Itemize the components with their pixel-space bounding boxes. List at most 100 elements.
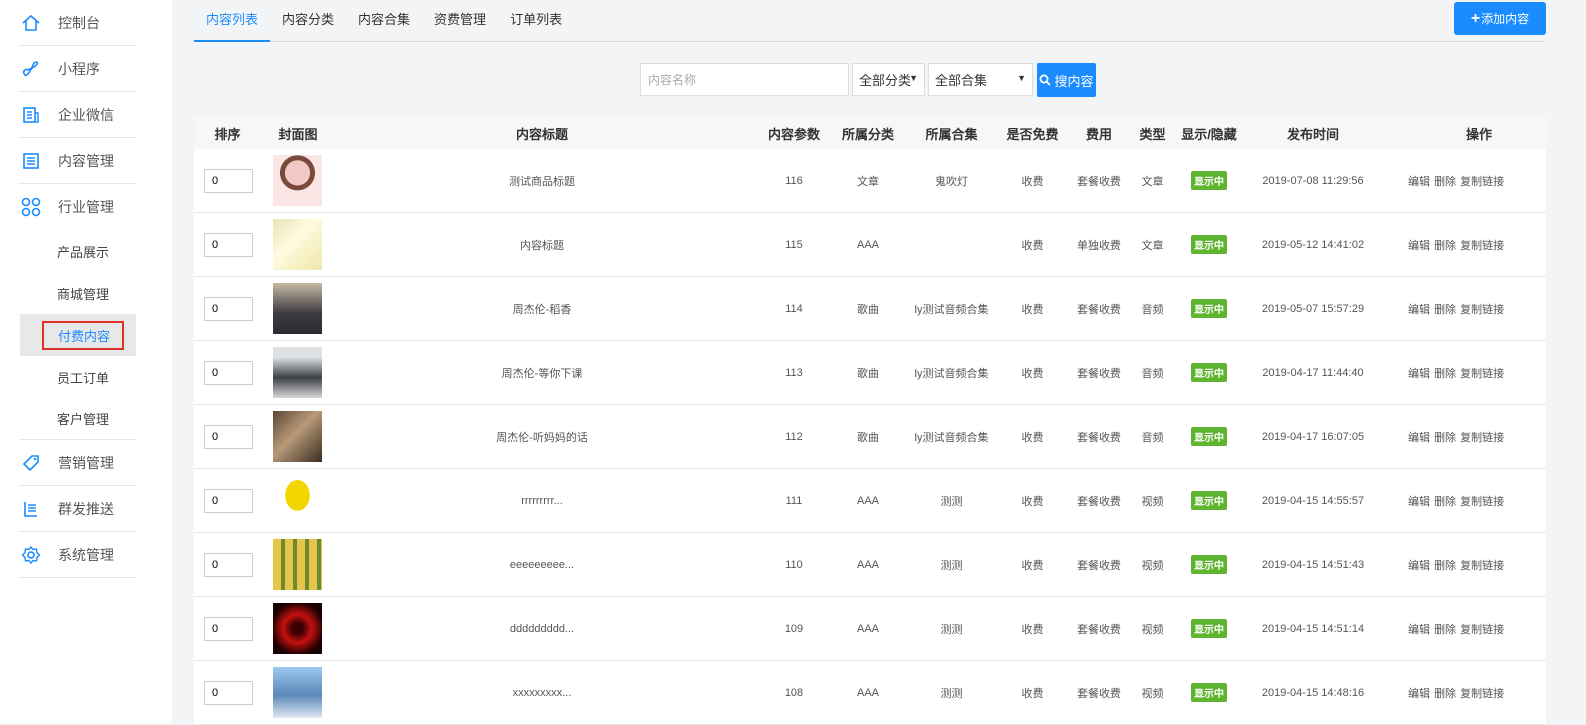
status-cell: 显示中	[1166, 171, 1252, 190]
sort-input[interactable]	[204, 552, 253, 577]
sort-input[interactable]	[204, 232, 253, 257]
tab-content-list[interactable]: 内容列表	[194, 0, 271, 42]
sidebar-item-system[interactable]: 系统管理	[18, 532, 136, 578]
sort-input[interactable]	[204, 168, 253, 193]
sort-cell	[194, 488, 261, 513]
status-cell: 显示中	[1166, 235, 1252, 254]
tab-order-list[interactable]: 订单列表	[498, 0, 574, 41]
sort-input[interactable]	[204, 424, 253, 449]
actions-cell: 编辑 删除 复制链接	[1374, 173, 1544, 189]
sort-cell	[194, 616, 261, 641]
home-icon	[20, 12, 42, 34]
time-cell: 2019-07-08 11:29:56	[1262, 174, 1364, 187]
sidebar-subitem-staff-orders[interactable]: 员工订单	[20, 356, 136, 398]
edit-link[interactable]: 编辑	[1408, 176, 1430, 188]
sort-input[interactable]	[204, 360, 253, 385]
sort-input[interactable]	[204, 680, 253, 705]
delete-link[interactable]: 删除	[1434, 624, 1456, 636]
delete-link[interactable]: 删除	[1434, 432, 1456, 444]
status-badge[interactable]: 显示中	[1191, 427, 1227, 446]
status-badge[interactable]: 显示中	[1191, 299, 1227, 318]
sort-input[interactable]	[204, 616, 253, 641]
copy-link[interactable]: 复制链接	[1460, 304, 1504, 316]
delete-link[interactable]: 删除	[1434, 304, 1456, 316]
sidebar-subitem-products[interactable]: 产品展示	[20, 230, 136, 272]
search-button[interactable]: 搜内容	[1037, 63, 1096, 97]
table-body: 测试商品标题116文章鬼吹灯收费套餐收费文章显示中2019-07-08 11:2…	[194, 149, 1546, 725]
delete-link[interactable]: 删除	[1434, 560, 1456, 572]
add-content-button[interactable]: + 添加内容	[1454, 2, 1546, 35]
collection-select-value: 全部合集	[935, 73, 988, 88]
search-input[interactable]	[640, 63, 849, 96]
edit-link[interactable]: 编辑	[1408, 240, 1430, 252]
collection-cell: 测测	[940, 687, 963, 700]
delete-link[interactable]: 删除	[1434, 688, 1456, 700]
copy-link[interactable]: 复制链接	[1460, 688, 1504, 700]
sort-input[interactable]	[204, 488, 253, 513]
copy-link[interactable]: 复制链接	[1460, 368, 1504, 380]
tab-content-category[interactable]: 内容分类	[270, 0, 346, 41]
sidebar-item-marketing[interactable]: 营销管理	[18, 440, 136, 486]
status-badge[interactable]: 显示中	[1191, 363, 1227, 382]
category-select[interactable]: 全部分类 ▼	[852, 63, 925, 96]
edit-link[interactable]: 编辑	[1408, 304, 1430, 316]
edit-link[interactable]: 编辑	[1408, 560, 1430, 572]
actions-cell: 编辑 删除 复制链接	[1374, 557, 1544, 573]
copy-link[interactable]: 复制链接	[1460, 176, 1504, 188]
actions-cell: 编辑 删除 复制链接	[1374, 493, 1544, 509]
free-cell: 收费	[1021, 495, 1044, 508]
copy-link[interactable]: 复制链接	[1460, 432, 1504, 444]
edit-link[interactable]: 编辑	[1408, 496, 1430, 508]
status-badge[interactable]: 显示中	[1191, 619, 1227, 638]
status-badge[interactable]: 显示中	[1191, 683, 1227, 702]
sidebar-item-industry[interactable]: 行业管理	[18, 184, 136, 230]
document-icon	[20, 150, 42, 172]
delete-link[interactable]: 删除	[1434, 496, 1456, 508]
title-cell: ddddddddd...	[509, 622, 575, 635]
delete-link[interactable]: 删除	[1434, 176, 1456, 188]
collection-select[interactable]: 全部合集 ▼	[928, 63, 1033, 96]
edit-link[interactable]: 编辑	[1408, 688, 1430, 700]
tab-fee-management[interactable]: 资费管理	[422, 0, 498, 41]
param-cell: 114	[785, 302, 803, 315]
sidebar-item-content[interactable]: 内容管理	[18, 138, 136, 184]
edit-link[interactable]: 编辑	[1408, 368, 1430, 380]
status-badge[interactable]: 显示中	[1191, 491, 1227, 510]
sidebar-subitem-label: 客户管理	[57, 412, 110, 427]
sort-cell	[194, 424, 261, 449]
free-cell: 收费	[1021, 559, 1044, 572]
copy-link[interactable]: 复制链接	[1460, 624, 1504, 636]
status-badge[interactable]: 显示中	[1191, 555, 1227, 574]
category-select-value: 全部分类	[859, 73, 912, 88]
sidebar: 控制台 小程序 企业微信 内容管理 行业管理 产品展示 商城管理 付费内容 员工…	[0, 0, 172, 723]
cover-image	[273, 603, 322, 654]
edit-link[interactable]: 编辑	[1408, 432, 1430, 444]
cover-image	[273, 475, 322, 526]
status-badge[interactable]: 显示中	[1191, 171, 1227, 190]
sidebar-item-miniprogram[interactable]: 小程序	[18, 46, 136, 92]
delete-link[interactable]: 删除	[1434, 240, 1456, 252]
sidebar-subitem-mall[interactable]: 商城管理	[20, 272, 136, 314]
dropdown-arrow-icon: ▼	[1017, 73, 1026, 83]
sidebar-item-dashboard[interactable]: 控制台	[18, 0, 136, 46]
sidebar-subitem-customers[interactable]: 客户管理	[20, 398, 136, 440]
edit-link[interactable]: 编辑	[1408, 624, 1430, 636]
copy-link[interactable]: 复制链接	[1460, 496, 1504, 508]
time-cell: 2019-04-15 14:55:57	[1261, 494, 1365, 507]
status-badge[interactable]: 显示中	[1191, 235, 1227, 254]
collection-cell: ly测试音频合集	[914, 367, 989, 380]
link-icon	[20, 58, 42, 80]
tab-bar: 内容列表 内容分类 内容合集 资费管理 订单列表	[194, 0, 1544, 42]
actions-cell: 编辑 删除 复制链接	[1374, 365, 1544, 381]
building-icon	[20, 104, 42, 126]
fee-cell: 套餐收费	[1077, 431, 1121, 444]
sort-input[interactable]	[204, 296, 253, 321]
category-cell: 歌曲	[857, 367, 879, 380]
delete-link[interactable]: 删除	[1434, 368, 1456, 380]
sidebar-subitem-paid-content[interactable]: 付费内容	[20, 314, 136, 356]
copy-link[interactable]: 复制链接	[1460, 560, 1504, 572]
tab-content-collection[interactable]: 内容合集	[346, 0, 422, 41]
sidebar-item-enterprise-wechat[interactable]: 企业微信	[18, 92, 136, 138]
sidebar-item-broadcast[interactable]: 群发推送	[18, 486, 136, 532]
copy-link[interactable]: 复制链接	[1460, 240, 1504, 252]
